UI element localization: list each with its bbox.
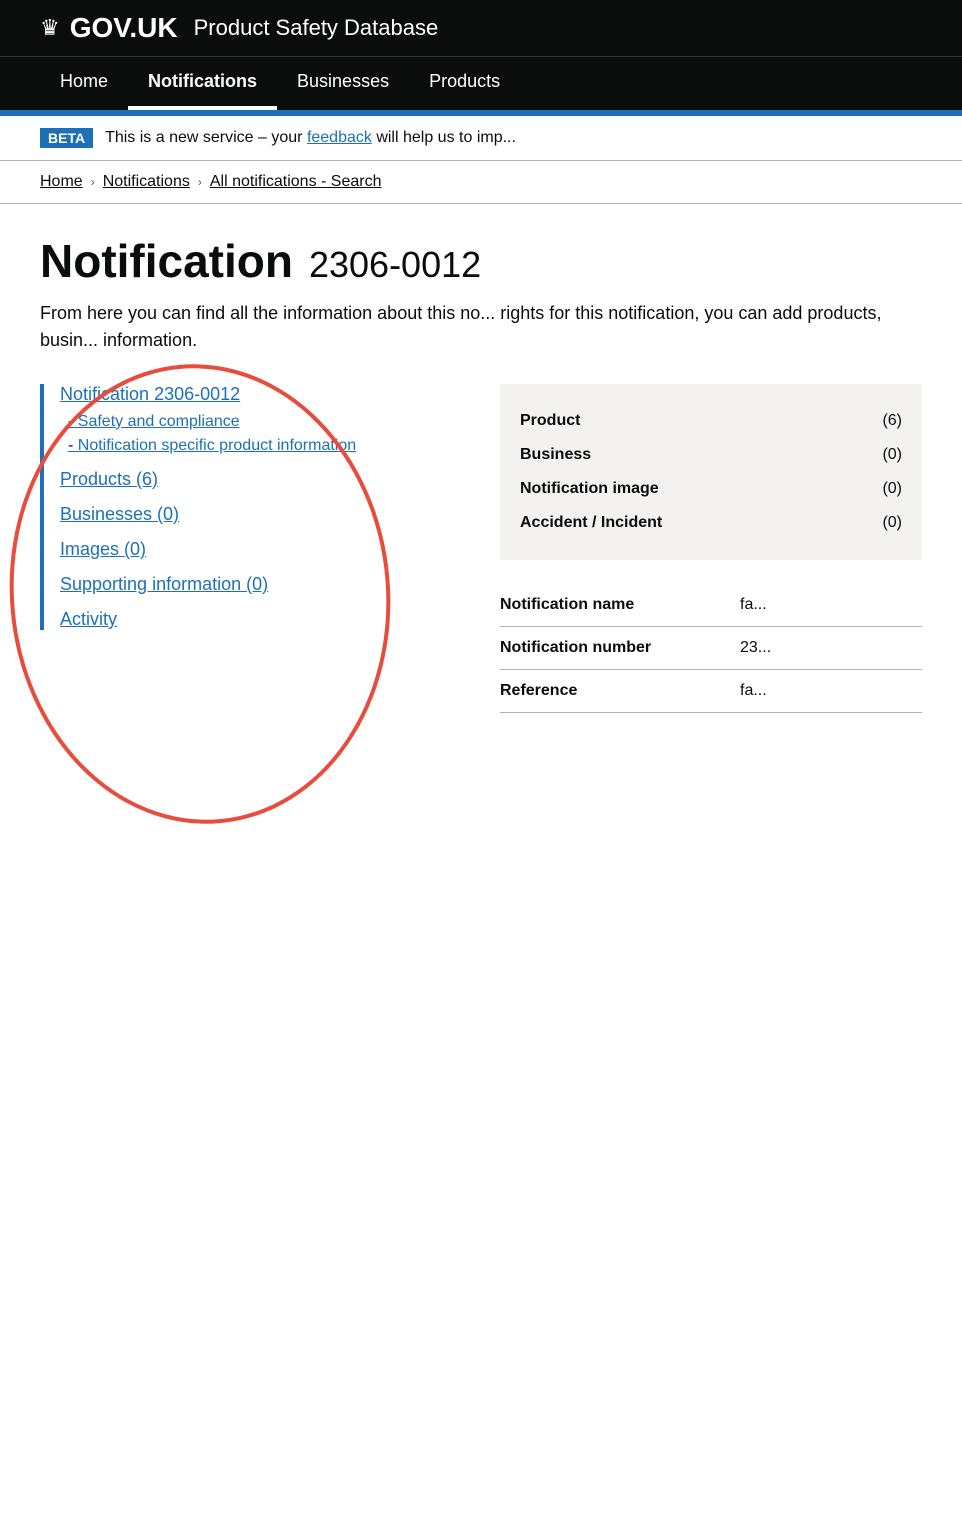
sidebar-link-supporting-info[interactable]: Supporting information (0): [60, 574, 460, 595]
detail-key-reference: Reference: [500, 670, 740, 713]
summary-label-product: Product: [520, 412, 580, 430]
summary-row-accident: Accident / Incident (0): [520, 506, 902, 540]
page-title: Notification 2306-0012: [40, 234, 922, 288]
breadcrumb-home[interactable]: Home: [40, 173, 83, 191]
detail-table: Notification name fa... Notification num…: [500, 584, 922, 713]
sidebar-link-images[interactable]: Images (0): [60, 539, 460, 560]
summary-label-accident: Accident / Incident: [520, 514, 662, 532]
detail-key-name: Notification name: [500, 584, 740, 627]
crown-icon: ♛: [40, 15, 60, 41]
sidebar-nav-inner: Notification 2306-0012 - Safety and comp…: [40, 384, 460, 630]
sidebar-nav: Notification 2306-0012 - Safety and comp…: [40, 384, 460, 713]
sidebar-link-products[interactable]: Products (6): [60, 469, 460, 490]
sub-prefix-2: -: [68, 437, 78, 454]
summary-label-notification-image: Notification image: [520, 480, 659, 498]
table-row: Notification name fa...: [500, 584, 922, 627]
beta-text: This is a new service – your feedback wi…: [105, 129, 516, 147]
detail-value-name: fa...: [740, 584, 922, 627]
detail-key-number: Notification number: [500, 627, 740, 670]
gov-uk-text: GOV.UK: [70, 12, 178, 44]
detail-value-reference: fa...: [740, 670, 922, 713]
nav-link-businesses[interactable]: Businesses: [277, 57, 409, 106]
main-content: Notification 2306-0012 From here you can…: [0, 204, 962, 743]
sidebar-link-businesses[interactable]: Businesses (0): [60, 504, 460, 525]
summary-box: Product (6) Business (0) Notification im…: [500, 384, 922, 560]
table-row: Reference fa...: [500, 670, 922, 713]
summary-value-notification-image: (0): [882, 480, 902, 498]
nav-link-products[interactable]: Products: [409, 57, 520, 106]
nav-item-businesses[interactable]: Businesses: [277, 57, 409, 110]
breadcrumb-search[interactable]: All notifications - Search: [210, 173, 382, 191]
page-description: From here you can find all the informati…: [40, 300, 922, 354]
summary-value-product: (6): [882, 412, 902, 430]
sidebar-sub-link-product-info[interactable]: - Notification specific product informat…: [60, 437, 460, 455]
content-layout: Notification 2306-0012 - Safety and comp…: [40, 384, 922, 713]
right-panel: Product (6) Business (0) Notification im…: [500, 384, 922, 713]
site-title: Product Safety Database: [194, 15, 439, 41]
sub-prefix-1: -: [68, 413, 78, 430]
nav-item-notifications[interactable]: Notifications: [128, 57, 277, 110]
breadcrumb-sep-2: ›: [198, 175, 202, 189]
summary-row-notification-image: Notification image (0): [520, 472, 902, 506]
breadcrumb: Home › Notifications › All notifications…: [0, 161, 962, 204]
main-nav: Home Notifications Businesses Products: [0, 56, 962, 110]
feedback-link[interactable]: feedback: [307, 129, 372, 146]
header: ♛ GOV.UK Product Safety Database: [0, 0, 962, 56]
sidebar-link-activity[interactable]: Activity: [60, 609, 460, 630]
notification-id-heading: 2306-0012: [309, 244, 481, 286]
summary-row-business: Business (0): [520, 438, 902, 472]
sidebar-main-link[interactable]: Notification 2306-0012: [60, 384, 460, 405]
summary-value-business: (0): [882, 446, 902, 464]
nav-link-notifications[interactable]: Notifications: [128, 57, 277, 110]
detail-value-number: 23...: [740, 627, 922, 670]
table-row: Notification number 23...: [500, 627, 922, 670]
sidebar-sub-link-safety[interactable]: - Safety and compliance: [60, 413, 460, 431]
nav-item-products[interactable]: Products: [409, 57, 520, 110]
gov-logo: ♛ GOV.UK: [40, 12, 178, 44]
beta-tag: BETA: [40, 128, 93, 148]
page-title-area: Notification 2306-0012 From here you can…: [40, 234, 922, 354]
summary-row-product: Product (6): [520, 404, 902, 438]
breadcrumb-notifications[interactable]: Notifications: [103, 173, 190, 191]
beta-banner: BETA This is a new service – your feedba…: [0, 116, 962, 161]
breadcrumb-sep-1: ›: [91, 175, 95, 189]
summary-label-business: Business: [520, 446, 591, 464]
summary-value-accident: (0): [882, 514, 902, 532]
nav-link-home[interactable]: Home: [40, 57, 128, 106]
nav-item-home[interactable]: Home: [40, 57, 128, 110]
